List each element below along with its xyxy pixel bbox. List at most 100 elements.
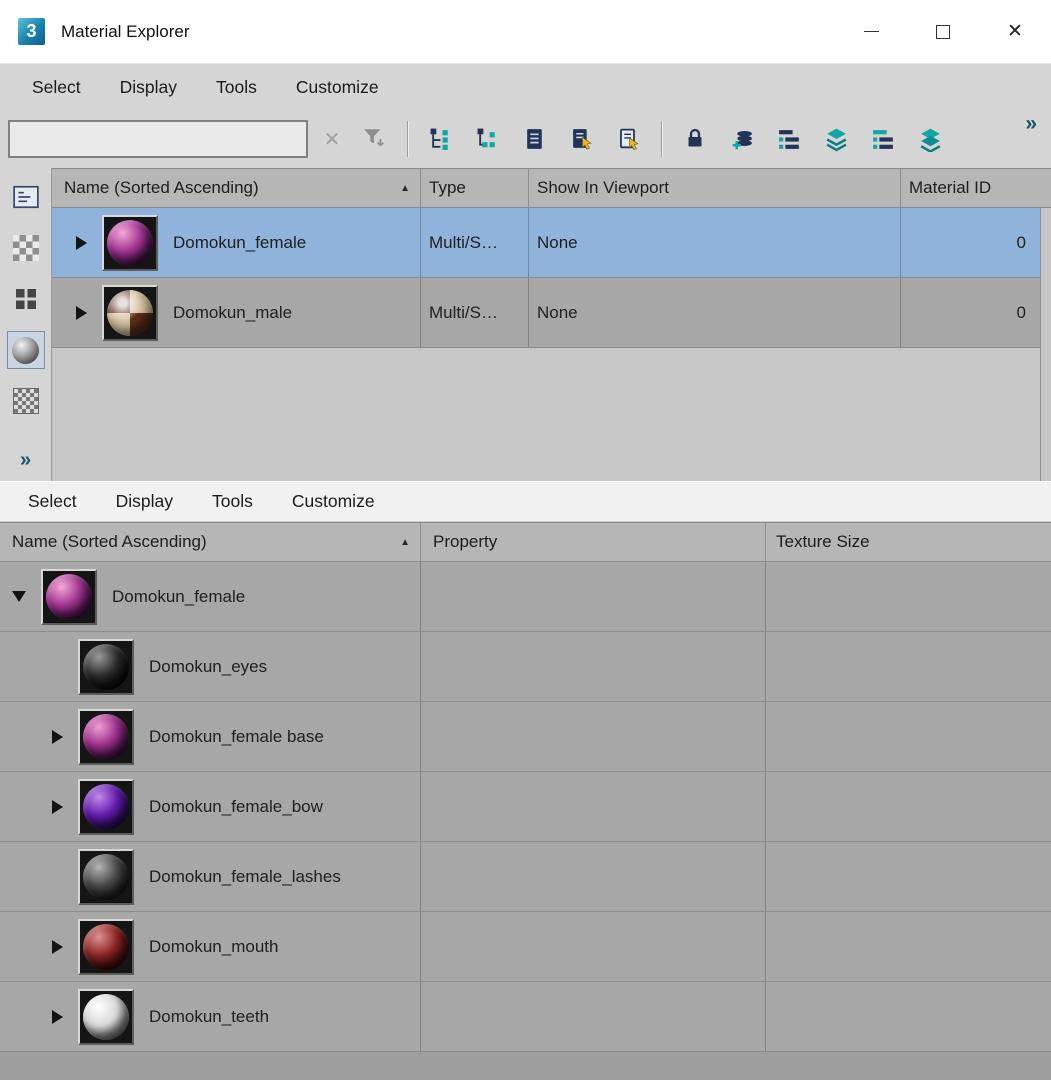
texture-size-cell: [765, 632, 1051, 701]
material-thumbnail: [102, 284, 158, 341]
property-cell: [420, 772, 765, 841]
properties-table: Name (Sorted Ascending) ▲ Property Textu…: [0, 522, 1051, 1080]
column-header-texture-size[interactable]: Texture Size: [765, 523, 1051, 561]
expand-arrow-icon[interactable]: [76, 235, 87, 250]
column-header-show-in-viewport[interactable]: Show In Viewport: [528, 169, 900, 207]
lock-icon[interactable]: [676, 119, 714, 159]
close-icon: ✕: [1007, 21, 1023, 42]
material-thumbnail: [41, 568, 97, 625]
material-sphere: [83, 643, 129, 690]
tree-row-domokun-eyes[interactable]: Domokun_eyes: [0, 632, 1051, 702]
column-header-name[interactable]: Name (Sorted Ascending) ▲: [0, 523, 420, 561]
tree-row-domokun-teeth[interactable]: Domokun_teeth: [0, 982, 1051, 1052]
minimize-button[interactable]: [835, 0, 907, 63]
collapse-tree-icon[interactable]: [469, 119, 507, 159]
material-thumbnail: [78, 778, 134, 835]
tree-row-domokun-female-bow[interactable]: Domokun_female_bow: [0, 772, 1051, 842]
type-cell: Multi/S…: [420, 208, 528, 277]
material-name: Domokun_mouth: [149, 936, 279, 956]
material-name: Domokun_teeth: [149, 1006, 270, 1026]
column-header-name[interactable]: Name (Sorted Ascending) ▲: [52, 169, 420, 207]
window-title: Material Explorer: [61, 21, 190, 41]
table-empty-area: [52, 348, 1051, 481]
document-lines-icon[interactable]: [516, 119, 554, 159]
material-sphere: [46, 573, 92, 620]
material-thumbnail: [78, 638, 134, 695]
texture-size-cell: [765, 982, 1051, 1051]
clear-search-icon[interactable]: ✕: [317, 127, 347, 152]
property-cell: [420, 912, 765, 981]
document-pick-icon[interactable]: [563, 119, 601, 159]
scrollbar-track[interactable]: [1040, 208, 1051, 481]
maximize-button[interactable]: [907, 0, 979, 63]
expand-tree-icon[interactable]: [422, 119, 460, 159]
hierarchy-list-teal-icon[interactable]: [864, 119, 902, 159]
toolbar-overflow-chevron-icon[interactable]: »: [1025, 110, 1043, 137]
menu-customize[interactable]: Customize: [296, 77, 379, 98]
column-header-type[interactable]: Type: [420, 169, 528, 207]
window-controls: ✕: [835, 0, 1051, 63]
name-cell: Domokun_male: [52, 278, 420, 347]
layers-icon[interactable]: [817, 119, 855, 159]
expand-arrow-icon[interactable]: [52, 799, 63, 814]
expand-arrow-icon[interactable]: [52, 1009, 63, 1024]
map-checker-view-icon[interactable]: [7, 382, 45, 420]
column-header-material-id[interactable]: Material ID: [900, 169, 1040, 207]
column-label: Name (Sorted Ascending): [12, 532, 207, 551]
tree-row-domokun-mouth[interactable]: Domokun_mouth: [0, 912, 1051, 982]
table-row-domokun-male[interactable]: Domokun_male Multi/S… None 0: [52, 278, 1051, 348]
material-id-cell: 0: [900, 208, 1040, 277]
material-thumbnail: [78, 918, 134, 975]
name-cell: Domokun_eyes: [0, 632, 420, 701]
menu-display[interactable]: Display: [116, 491, 173, 512]
material-sphere-view-icon[interactable]: [6, 331, 45, 369]
expand-arrow-icon[interactable]: [52, 939, 63, 954]
menu-display[interactable]: Display: [120, 77, 177, 98]
name-cell: Domokun_teeth: [0, 982, 420, 1051]
menu-tools[interactable]: Tools: [216, 77, 257, 98]
list-view-icon[interactable]: [7, 178, 45, 216]
sort-ascending-icon: ▲: [400, 536, 410, 548]
collapse-arrow-icon[interactable]: [12, 591, 26, 602]
menu-select[interactable]: Select: [28, 491, 77, 512]
tile-view-icon[interactable]: [7, 280, 45, 318]
material-sphere: [107, 289, 153, 336]
tree-row-domokun-female-lashes[interactable]: Domokun_female_lashes: [0, 842, 1051, 912]
table-row-domokun-female[interactable]: Domokun_female Multi/S… None 0: [52, 208, 1051, 278]
name-cell: Domokun_female: [0, 562, 420, 631]
material-thumbnail: [78, 988, 134, 1045]
menu-customize[interactable]: Customize: [292, 491, 375, 512]
tree-row-domokun-female[interactable]: Domokun_female: [0, 562, 1051, 632]
material-name: Domokun_eyes: [149, 656, 268, 676]
side-toolbar-overflow-chevron-icon[interactable]: »: [20, 449, 31, 472]
material-sphere: [107, 219, 153, 266]
toolbar-separator: [407, 121, 409, 157]
menu-tools[interactable]: Tools: [212, 491, 253, 512]
material-id-cell: 0: [900, 278, 1040, 347]
material-name: Domokun_female_lashes: [149, 866, 341, 886]
name-cell: Domokun_female base: [0, 702, 420, 771]
filter-icon[interactable]: [356, 119, 394, 159]
document-outline-pick-icon[interactable]: [610, 119, 648, 159]
3ds-max-logo-icon: 3: [18, 18, 45, 45]
add-coins-icon[interactable]: [723, 119, 761, 159]
name-cell: Domokun_female: [52, 208, 420, 277]
expand-arrow-icon[interactable]: [76, 305, 87, 320]
expand-arrow-icon[interactable]: [52, 729, 63, 744]
checker-view-icon[interactable]: [7, 229, 45, 267]
close-button[interactable]: ✕: [979, 0, 1051, 63]
side-toolbar: »: [0, 168, 52, 481]
search-input[interactable]: [8, 120, 308, 158]
property-cell: [420, 982, 765, 1051]
tree-row-domokun-female-base[interactable]: Domokun_female base: [0, 702, 1051, 772]
material-thumbnail: [102, 214, 158, 271]
show-in-viewport-cell: None: [528, 208, 900, 277]
column-header-property[interactable]: Property: [420, 523, 765, 561]
menu-select[interactable]: Select: [32, 77, 81, 98]
hierarchy-list-icon[interactable]: [770, 119, 808, 159]
material-name: Domokun_female: [112, 586, 246, 606]
layers-teal-icon[interactable]: [911, 119, 949, 159]
maximize-icon: [936, 24, 950, 39]
material-thumbnail: [78, 708, 134, 765]
